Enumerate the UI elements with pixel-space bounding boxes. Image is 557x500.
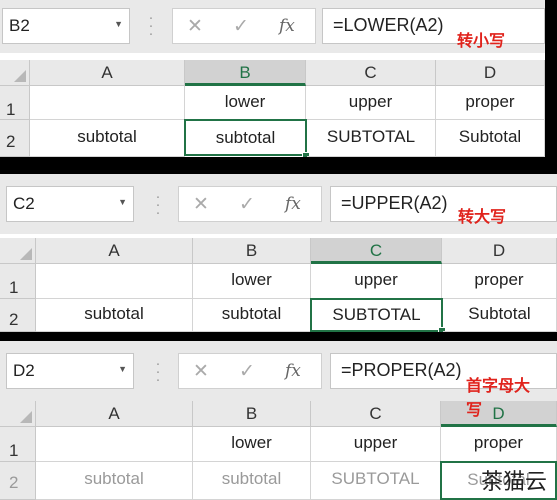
cell-a1[interactable] [36,427,193,462]
cell-b1[interactable]: lower [185,86,306,120]
row-header-1[interactable]: 1 [0,86,30,120]
annotation-note: 首字母大写 [466,376,531,419]
insert-function-icon[interactable]: fx [285,194,301,214]
cell-c2[interactable]: SUBTOTAL [307,120,436,157]
formula-input[interactable]: =UPPER(A2) [330,186,557,222]
cell-a1[interactable] [36,264,193,299]
cell-d1[interactable]: proper [442,264,557,299]
row-header-2[interactable]: 2 [0,462,36,500]
enter-icon[interactable]: ✓ [233,15,249,38]
chevron-down-icon[interactable]: ▼ [118,197,127,207]
sheet-grid: A B C D 1 lower upper proper 2 subtotal … [0,60,545,157]
insert-function-icon[interactable]: fx [285,361,301,381]
name-box[interactable]: C2 ▼ [6,186,134,222]
cell-b2[interactable]: subtotal [193,299,311,332]
formula-buttons: ✕ ✓ fx [172,8,316,44]
enter-icon[interactable]: ✓ [239,193,255,216]
cancel-icon[interactable]: ✕ [193,193,209,216]
column-header-d[interactable]: D [436,60,545,86]
column-header-a[interactable]: A [30,60,185,86]
sheet-grid: A B C D 1 lower upper proper 2 subtotal … [0,238,557,332]
formula-input[interactable]: =LOWER(A2) [322,8,545,44]
chevron-down-icon[interactable]: ▼ [118,364,127,374]
cell-b1[interactable]: lower [193,264,311,299]
drag-handle-icon[interactable]: · · · [148,10,154,41]
column-header-b[interactable]: B [185,60,306,86]
drag-handle-icon[interactable]: · · · [155,189,161,220]
enter-icon[interactable]: ✓ [239,360,255,383]
name-box-value: D2 [13,361,35,380]
row-header-2[interactable]: 2 [0,120,30,157]
name-box[interactable]: B2 ▼ [2,8,130,44]
cell-d1[interactable]: proper [436,86,545,120]
cell-a2[interactable]: subtotal [36,299,193,332]
cancel-icon[interactable]: ✕ [187,15,203,38]
row-header-1[interactable]: 1 [0,264,36,299]
insert-function-icon[interactable]: fx [279,16,295,36]
name-box-value: B2 [9,16,30,35]
cell-b2-selected[interactable]: subtotal [184,119,307,156]
annotation-note: 转大写 [458,207,507,226]
chevron-down-icon[interactable]: ▼ [114,19,123,29]
watermark: 茶猫云 [480,470,547,495]
cell-c1[interactable]: upper [311,264,442,299]
drag-handle-icon[interactable]: · · · [155,356,161,387]
cell-a2[interactable]: subtotal [30,120,185,157]
cell-c2-selected[interactable]: SUBTOTAL [310,298,443,332]
column-header-b[interactable]: B [193,401,311,427]
name-box-value: C2 [13,194,35,213]
cell-c2[interactable]: SUBTOTAL [311,462,441,500]
column-header-c[interactable]: C [306,60,436,86]
row-header-1[interactable]: 1 [0,427,36,462]
formula-bar: B2 ▼ · · · ✕ ✓ fx =LOWER(A2) 转小写 [0,0,545,53]
select-all-corner[interactable] [0,238,36,264]
cell-b1[interactable]: lower [193,427,311,462]
cell-d1[interactable]: proper [441,427,557,462]
column-header-c[interactable]: C [311,238,442,264]
column-header-b[interactable]: B [193,238,311,264]
formula-buttons: ✕ ✓ fx [178,186,322,222]
formula-buttons: ✕ ✓ fx [178,353,322,389]
row-header-2[interactable]: 2 [0,299,36,332]
excel-panel-proper: D2 ▼ · · · ✕ ✓ fx =PROPER(A2) A B C D 1 low… [0,341,557,500]
cell-a1[interactable] [30,86,185,120]
column-header-c[interactable]: C [311,401,441,427]
cell-d2[interactable]: Subtotal [436,120,545,157]
name-box[interactable]: D2 ▼ [6,353,134,389]
excel-panel-lower: B2 ▼ · · · ✕ ✓ fx =LOWER(A2) 转小写 A B C D 1 … [0,0,545,157]
select-all-corner[interactable] [0,60,30,86]
cell-a2[interactable]: subtotal [36,462,193,500]
column-header-a[interactable]: A [36,401,193,427]
column-header-d[interactable]: D [442,238,557,264]
select-all-corner[interactable] [0,401,36,427]
cell-c1[interactable]: upper [306,86,436,120]
cell-d2[interactable]: Subtotal [443,299,557,332]
cancel-icon[interactable]: ✕ [193,360,209,383]
formula-bar: C2 ▼ · · · ✕ ✓ fx =UPPER(A2) 转大写 [0,174,557,234]
cell-c1[interactable]: upper [311,427,441,462]
excel-panel-upper: C2 ▼ · · · ✕ ✓ fx =UPPER(A2) 转大写 A B C D 1 … [0,174,557,332]
annotation-note: 转小写 [457,31,506,50]
column-header-a[interactable]: A [36,238,193,264]
cell-b2[interactable]: subtotal [193,462,311,500]
